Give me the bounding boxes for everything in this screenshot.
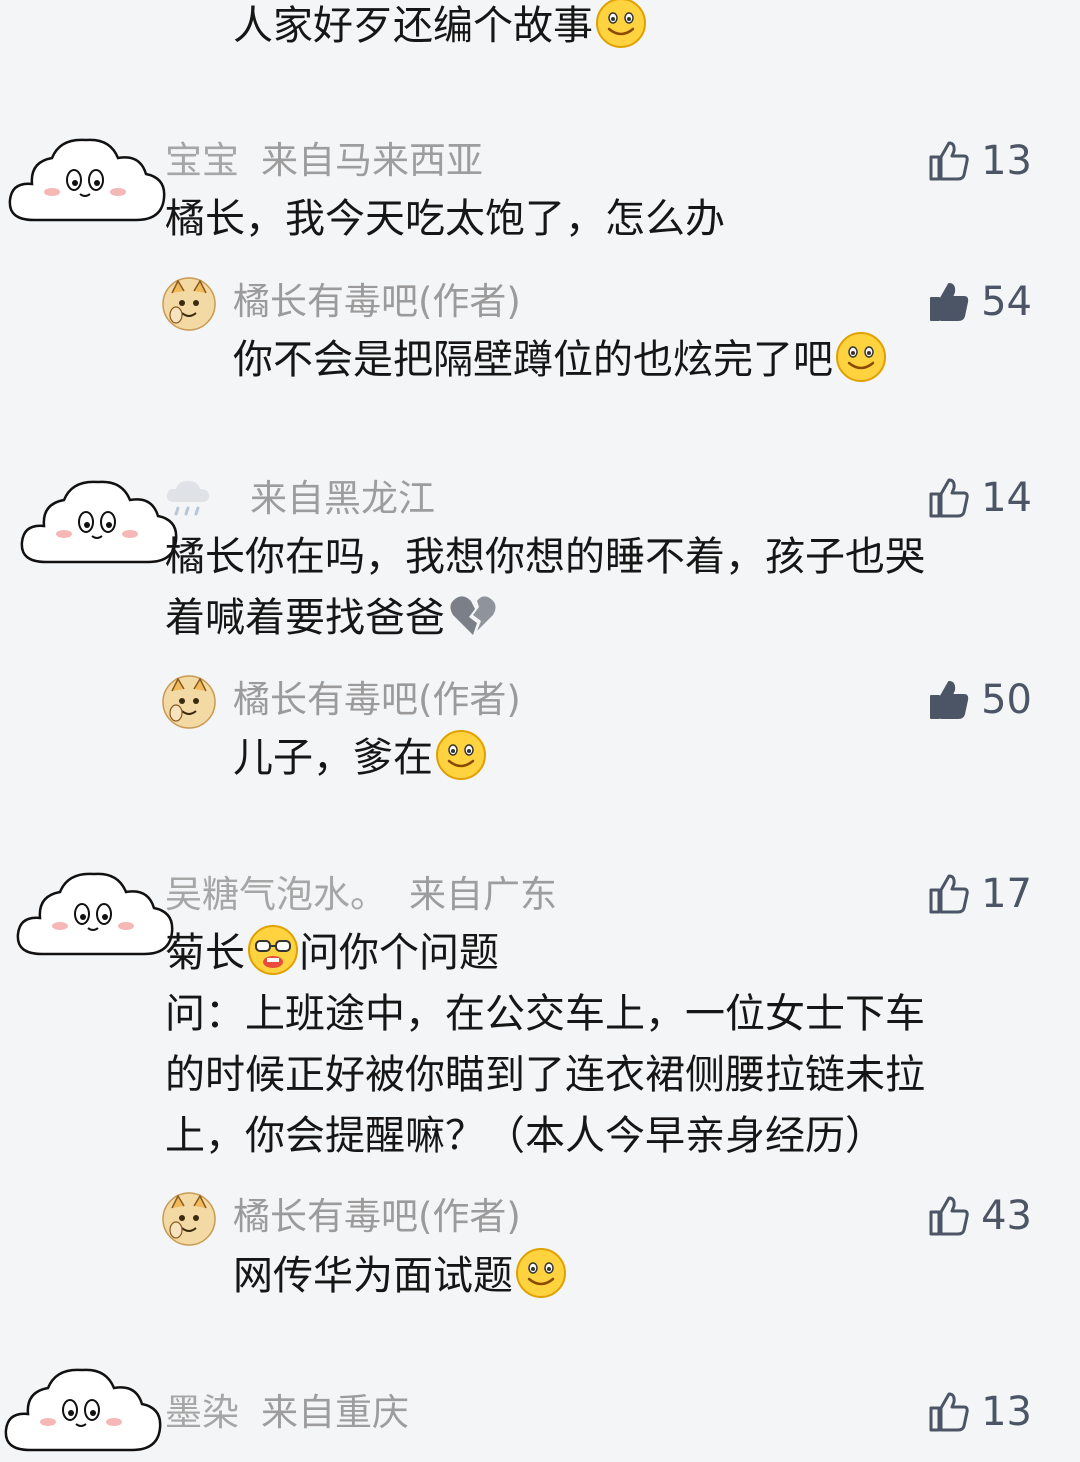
like-count: 14 [981, 475, 1032, 521]
thumbs-up-filled-icon [930, 283, 969, 321]
like-button[interactable]: 13 [927, 1390, 1032, 1434]
reply-text: 儿子，爹在 [233, 728, 487, 789]
username[interactable]: 宝宝 [165, 139, 239, 182]
comment-text: 橘长你在吗，我想你想的睡不着，孩子也哭 着喊着要找爸爸 [165, 534, 925, 641]
like-count: 13 [981, 138, 1032, 184]
rain-cloud-icon [166, 481, 209, 516]
cloud-sticker-icon [20, 480, 178, 564]
author-avatar-icon[interactable] [162, 675, 216, 729]
like-count: 50 [981, 677, 1032, 723]
reply-text: 网传华为面试题 [233, 1246, 567, 1307]
username[interactable]: 吴糖气泡水。 [165, 873, 387, 916]
comment-meta: 墨染 来自重庆 [165, 1394, 409, 1431]
reply-author[interactable]: 橘长有毒吧(作者) [233, 681, 521, 718]
location-label: 来自黑龙江 [250, 477, 435, 520]
username[interactable]: 墨染 [165, 1391, 239, 1434]
like-button[interactable]: 13 [927, 139, 1032, 183]
nerd-emoji-icon [248, 925, 298, 975]
comment-text: 菊长 问你个问题 问：上班途中，在公交车上，一位女士下车 的时候正好被你瞄到了连衣… [165, 923, 925, 1167]
reply-text: 你不会是把隔壁蹲位的也炫完了吧 [233, 330, 887, 391]
smile-emoji-icon [436, 730, 486, 780]
author-avatar-icon[interactable] [162, 1192, 216, 1246]
smile-emoji-icon [596, 0, 646, 48]
like-count: 54 [981, 279, 1032, 325]
smile-emoji-icon [516, 1248, 566, 1298]
thumbs-up-outline-icon [929, 1196, 969, 1236]
reply-text: 人家好歹还编个故事 [233, 0, 647, 57]
comment-meta: 宝宝 来自马来西亚 [165, 142, 483, 179]
comment-meta: 来自黑龙江 [228, 480, 435, 517]
cloud-sticker-icon [8, 138, 166, 222]
reply-like-button[interactable]: 54 [927, 280, 1032, 324]
thumbs-up-outline-icon [929, 874, 969, 914]
reply-author[interactable]: 橘长有毒吧(作者) [233, 1198, 521, 1235]
cloud-sticker-icon [4, 1368, 162, 1452]
like-count: 43 [981, 1193, 1032, 1239]
comment-text: 橘长，我今天吃太饱了，怎么办 [165, 196, 725, 242]
broken-heart-emoji-icon [450, 596, 496, 635]
like-button[interactable]: 14 [927, 476, 1032, 520]
reply-like-button[interactable]: 50 [927, 678, 1032, 722]
author-avatar-icon[interactable] [162, 277, 216, 331]
thumbs-up-outline-icon [929, 141, 969, 181]
like-count: 17 [981, 871, 1032, 917]
like-button[interactable]: 17 [927, 872, 1032, 916]
thumbs-up-outline-icon [929, 478, 969, 518]
smile-emoji-icon [836, 332, 886, 382]
reply-like-button[interactable]: 43 [927, 1194, 1032, 1238]
cloud-sticker-icon [16, 872, 174, 956]
location-label: 来自广东 [409, 873, 557, 916]
comment-feed: 人家好歹还编个故事 宝宝 来自马来西亚 13 橘长，我今天吃太饱了，怎么办 橘长有… [0, 0, 1080, 1452]
like-count: 13 [981, 1389, 1032, 1435]
location-label: 来自马来西亚 [261, 139, 483, 182]
reply-author[interactable]: 橘长有毒吧(作者) [233, 283, 521, 320]
thumbs-up-filled-icon [930, 681, 969, 719]
thumbs-up-outline-icon [929, 1392, 969, 1432]
comment-meta: 吴糖气泡水。 来自广东 [165, 876, 557, 913]
location-label: 来自重庆 [261, 1391, 409, 1434]
